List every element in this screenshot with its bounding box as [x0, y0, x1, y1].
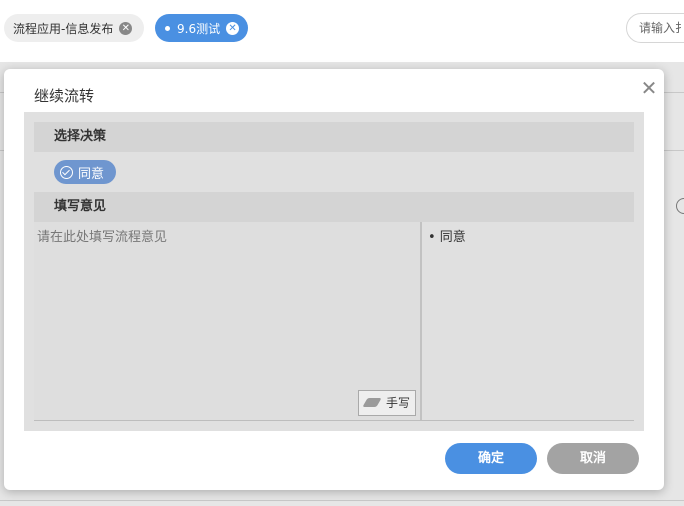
- check-circle-icon: [60, 165, 73, 179]
- tab-close-icon[interactable]: ✕: [226, 21, 240, 35]
- divider: [34, 420, 634, 421]
- continue-flow-dialog: 继续流转 ✕ 选择决策 同意 填写意见 请在此处填写流程意见 手写 • 同意 确…: [4, 69, 664, 490]
- divider: [0, 500, 684, 501]
- handwrite-button[interactable]: 手写: [358, 390, 416, 416]
- section-header-decision: 选择决策: [34, 122, 634, 152]
- tab-test-active[interactable]: 9.6测试 ✕: [155, 14, 248, 42]
- list-item[interactable]: • 同意: [428, 226, 630, 245]
- pen-icon: [362, 398, 382, 407]
- confirm-button[interactable]: 确定: [445, 443, 537, 474]
- common-opinion-list: • 同意: [424, 222, 634, 420]
- cancel-button[interactable]: 取消: [547, 443, 639, 474]
- tab-close-icon[interactable]: ✕: [119, 21, 133, 35]
- tab-label: 9.6测试: [177, 21, 221, 36]
- tab-label: 流程应用-信息发布: [13, 21, 114, 36]
- tab-process-app[interactable]: 流程应用-信息发布 ✕: [4, 14, 144, 42]
- top-bar: 流程应用-信息发布 ✕ 9.6测试 ✕ 请输入扌: [0, 0, 684, 62]
- decision-option-agree[interactable]: 同意: [54, 160, 116, 184]
- dialog-title: 继续流转: [34, 87, 95, 105]
- search-input[interactable]: 请输入扌: [626, 13, 684, 43]
- section-header-opinion: 填写意见: [34, 192, 634, 222]
- dialog-content: 选择决策 同意 填写意见 请在此处填写流程意见 手写 • 同意: [24, 112, 644, 431]
- close-icon[interactable]: ✕: [640, 78, 658, 98]
- decision-option-label: 同意: [78, 166, 105, 182]
- handwrite-label: 手写: [385, 396, 410, 410]
- active-dot-icon: [165, 25, 170, 31]
